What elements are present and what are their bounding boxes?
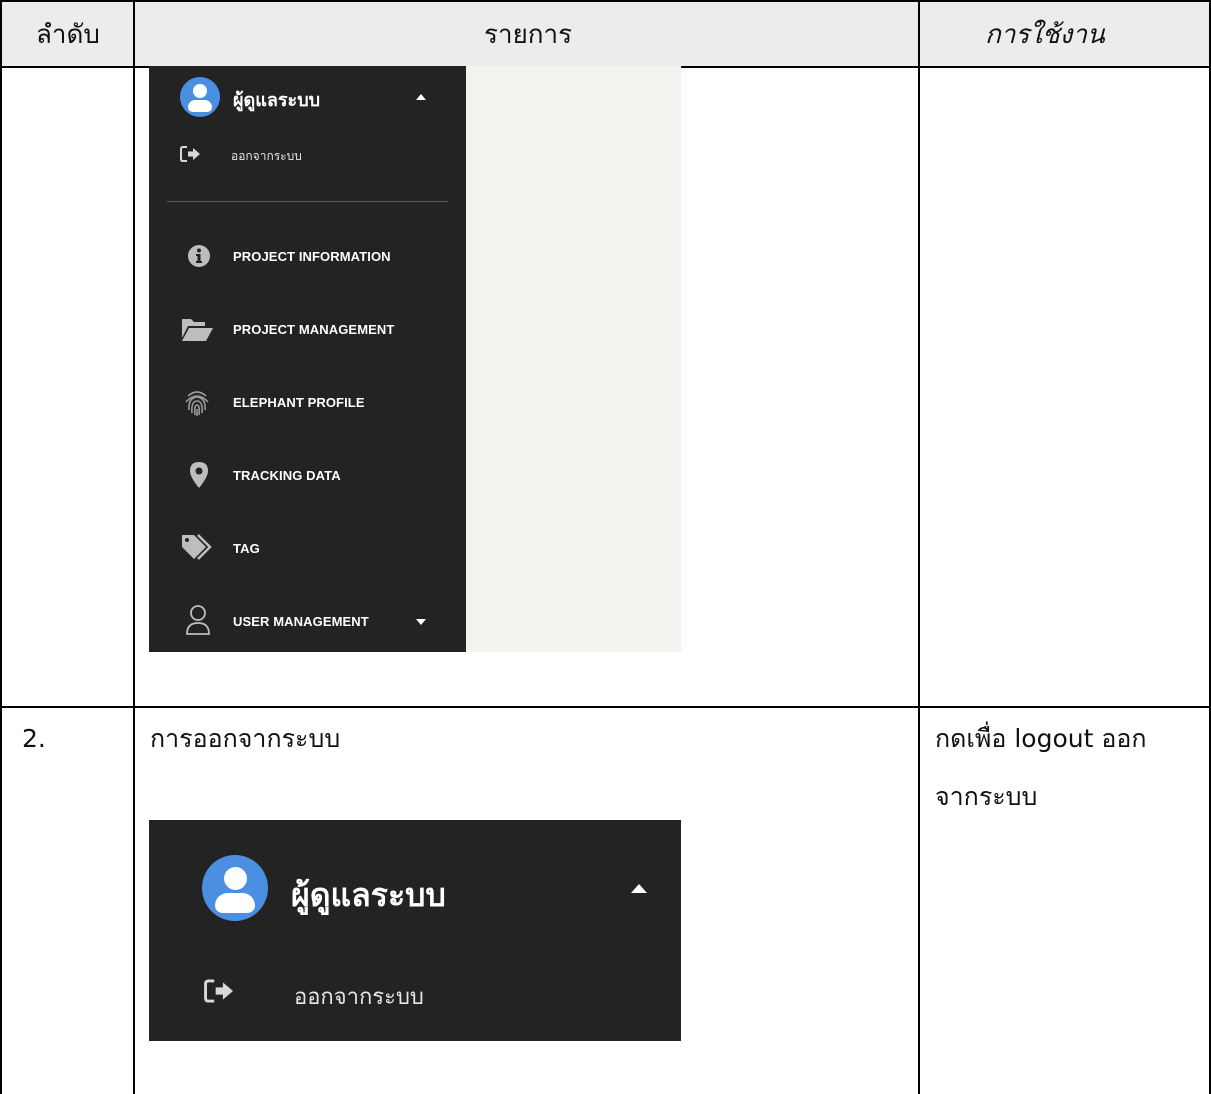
sidebar-item-tracking-data[interactable]: TRACKING DATA: [233, 468, 341, 483]
sidebar: ผู้ดูแลระบบ ออกจากระบบ PROJECT INFORMATI…: [149, 66, 466, 652]
sidebar-item-tag[interactable]: TAG: [233, 541, 260, 556]
row-number: 2.: [22, 724, 46, 753]
header-item: รายการ: [484, 20, 573, 50]
avatar-icon: [180, 77, 220, 117]
sidebar-item-project-information[interactable]: PROJECT INFORMATION: [233, 249, 391, 264]
zoomed-user-menu: ผู้ดูแลระบบ ออกจากระบบ: [149, 820, 681, 1041]
table-border-row: [0, 706, 1211, 708]
sidebar-divider: [167, 201, 448, 202]
row-item-title: การออกจากระบบ: [150, 724, 341, 753]
avatar-icon: [202, 855, 268, 921]
sidebar-item-elephant-profile[interactable]: ELEPHANT PROFILE: [233, 395, 365, 410]
table-border-left: [0, 0, 2, 1094]
tags-icon: [182, 534, 212, 560]
sidebar-logout[interactable]: ออกจากระบบ: [231, 147, 302, 166]
map-marker-icon: [190, 462, 208, 488]
caret-up-icon[interactable]: [416, 94, 426, 100]
folder-open-icon: [182, 319, 213, 341]
sidebar-screenshot: ผู้ดูแลระบบ ออกจากระบบ PROJECT INFORMATI…: [149, 66, 681, 652]
header-number: ลำดับ: [36, 20, 100, 50]
fingerprint-icon: [185, 391, 209, 416]
user-icon: [186, 605, 210, 635]
zoomed-user-name[interactable]: ผู้ดูแลระบบ: [291, 870, 446, 921]
table-border-col1: [133, 0, 135, 1094]
table-border-top: [0, 0, 1211, 2]
table-border-col2: [918, 0, 920, 1094]
caret-down-icon[interactable]: [416, 619, 426, 625]
sidebar-user-name[interactable]: ผู้ดูแลระบบ: [233, 85, 320, 114]
sidebar-item-user-management[interactable]: USER MANAGEMENT: [233, 614, 369, 629]
sidebar-item-project-management[interactable]: PROJECT MANAGEMENT: [233, 322, 394, 337]
caret-up-icon[interactable]: [631, 884, 647, 893]
header-usage: การใช้งาน: [985, 20, 1105, 50]
sign-out-icon: [204, 979, 233, 1003]
row-usage-line1: กดเพื่อ logout ออก: [935, 724, 1147, 753]
zoomed-logout[interactable]: ออกจากระบบ: [294, 979, 424, 1014]
info-circle-icon: [188, 245, 210, 267]
sign-out-icon: [180, 146, 200, 162]
row-usage-line2: จากระบบ: [935, 782, 1038, 811]
